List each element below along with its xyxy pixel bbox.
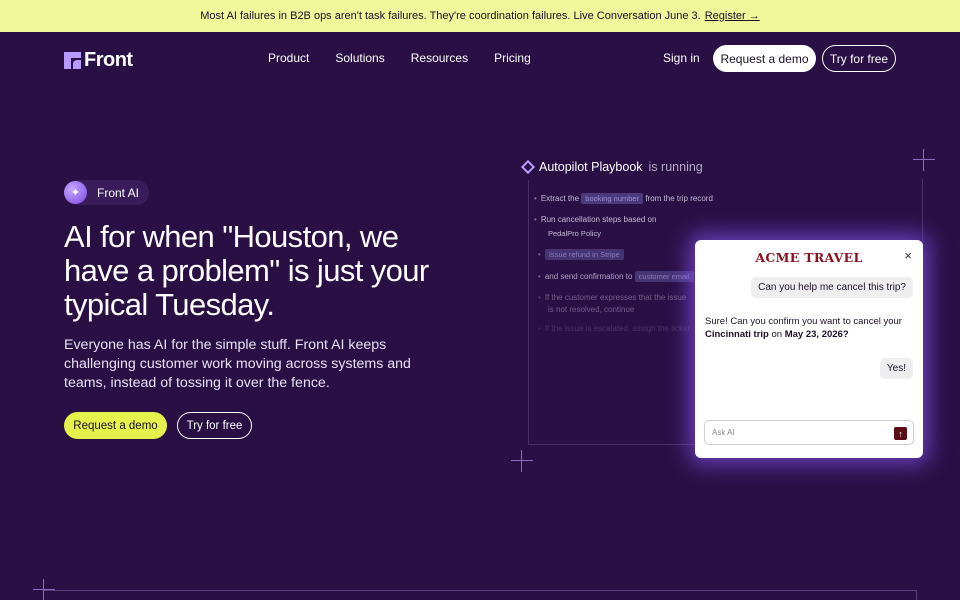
chat-widget: ACME TRAVEL × Can you help me cancel thi… xyxy=(695,240,923,458)
step-chip: customer email xyxy=(634,271,694,282)
bot-message: Sure! Can you confirm you want to cancel… xyxy=(705,315,905,341)
announcement-text: Most AI failures in B2B ops aren't task … xyxy=(200,10,701,22)
decorative-line xyxy=(44,590,917,591)
top-nav: Front Product Solutions Resources Pricin… xyxy=(0,32,960,86)
user-message: Can you help me cancel this trip? xyxy=(751,277,913,298)
front-ai-badge: ✦ Front AI xyxy=(64,180,150,205)
badge-label: Front AI xyxy=(97,185,140,200)
sign-in-link[interactable]: Sign in xyxy=(663,51,700,65)
hero-request-demo-button[interactable]: Request a demo xyxy=(64,412,167,439)
playbook-step: • If the issue is escalated, assign the t… xyxy=(538,324,690,333)
chat-input-placeholder: Ask AI xyxy=(712,428,735,437)
user-message: Yes! xyxy=(879,358,913,379)
playbook-step: • If the customer expresses that the issu… xyxy=(538,293,687,314)
nav-pricing[interactable]: Pricing xyxy=(494,51,531,65)
bot-message-date: May 23, 2026? xyxy=(784,329,849,340)
step-text: and send confirmation to xyxy=(544,272,633,281)
playbook-title: Autopilot Playbook is running xyxy=(520,159,703,175)
chat-input[interactable]: Ask AI ↑ xyxy=(704,420,914,445)
bot-message-trip: Cincinnati trip xyxy=(705,329,769,340)
step-chip: Issue refund in Stripe xyxy=(544,249,624,260)
step-text: is not resolved, continue xyxy=(548,305,635,314)
register-link[interactable]: Register → xyxy=(705,10,760,22)
step-text: If the customer expresses that the issue xyxy=(544,293,687,302)
decorative-cross xyxy=(913,149,935,171)
announcement-bar: Most AI failures in B2B ops aren't task … xyxy=(0,0,960,32)
playbook-step: • Run cancellation steps based on PedalPr… xyxy=(534,213,656,241)
playbook-step: • Extract the booking number from the tri… xyxy=(534,193,713,204)
decorative-cross xyxy=(511,450,533,472)
acme-travel-logo: ACME TRAVEL xyxy=(755,250,863,265)
hero-headline: AI for when "Houston, we have a problem"… xyxy=(64,219,429,322)
decorative-line xyxy=(916,590,917,600)
front-logo[interactable]: Front xyxy=(64,49,133,72)
hero-subheadline: Everyone has AI for the simple stuff. Fr… xyxy=(64,337,411,391)
playbook-line xyxy=(528,180,529,445)
send-icon[interactable]: ↑ xyxy=(894,427,907,440)
step-text: Run cancellation steps based on xyxy=(540,215,657,224)
diamond-icon xyxy=(520,159,536,175)
front-logo-icon xyxy=(64,52,81,69)
main-menu: Product Solutions Resources Pricing xyxy=(268,51,531,65)
step-chip: booking number xyxy=(581,193,644,204)
playbook-title-status: is running xyxy=(648,160,703,174)
sparkle-icon: ✦ xyxy=(64,181,87,204)
hero-try-free-button[interactable]: Try for free xyxy=(177,412,252,439)
nav-try-free-button[interactable]: Try for free xyxy=(822,45,896,72)
nav-product[interactable]: Product xyxy=(268,51,309,65)
playbook-step: • Issue refund in Stripe xyxy=(538,249,624,260)
bot-message-text: Sure! Can you confirm you want to cancel… xyxy=(705,316,902,327)
step-text: If the issue is escalated, assign the ti… xyxy=(544,324,690,333)
nav-request-demo-button[interactable]: Request a demo xyxy=(713,45,816,72)
step-chip: PedalPro Policy xyxy=(548,229,601,238)
step-text: Extract the xyxy=(540,194,580,203)
close-icon[interactable]: × xyxy=(904,248,912,263)
logo-text: Front xyxy=(84,49,133,71)
step-text: from the trip record xyxy=(645,194,713,203)
nav-resources[interactable]: Resources xyxy=(411,51,468,65)
bot-message-text: on xyxy=(771,329,783,340)
nav-solutions[interactable]: Solutions xyxy=(335,51,384,65)
playbook-title-bold: Autopilot Playbook xyxy=(539,160,643,174)
playbook-step: • and send confirmation to customer email xyxy=(538,271,694,282)
